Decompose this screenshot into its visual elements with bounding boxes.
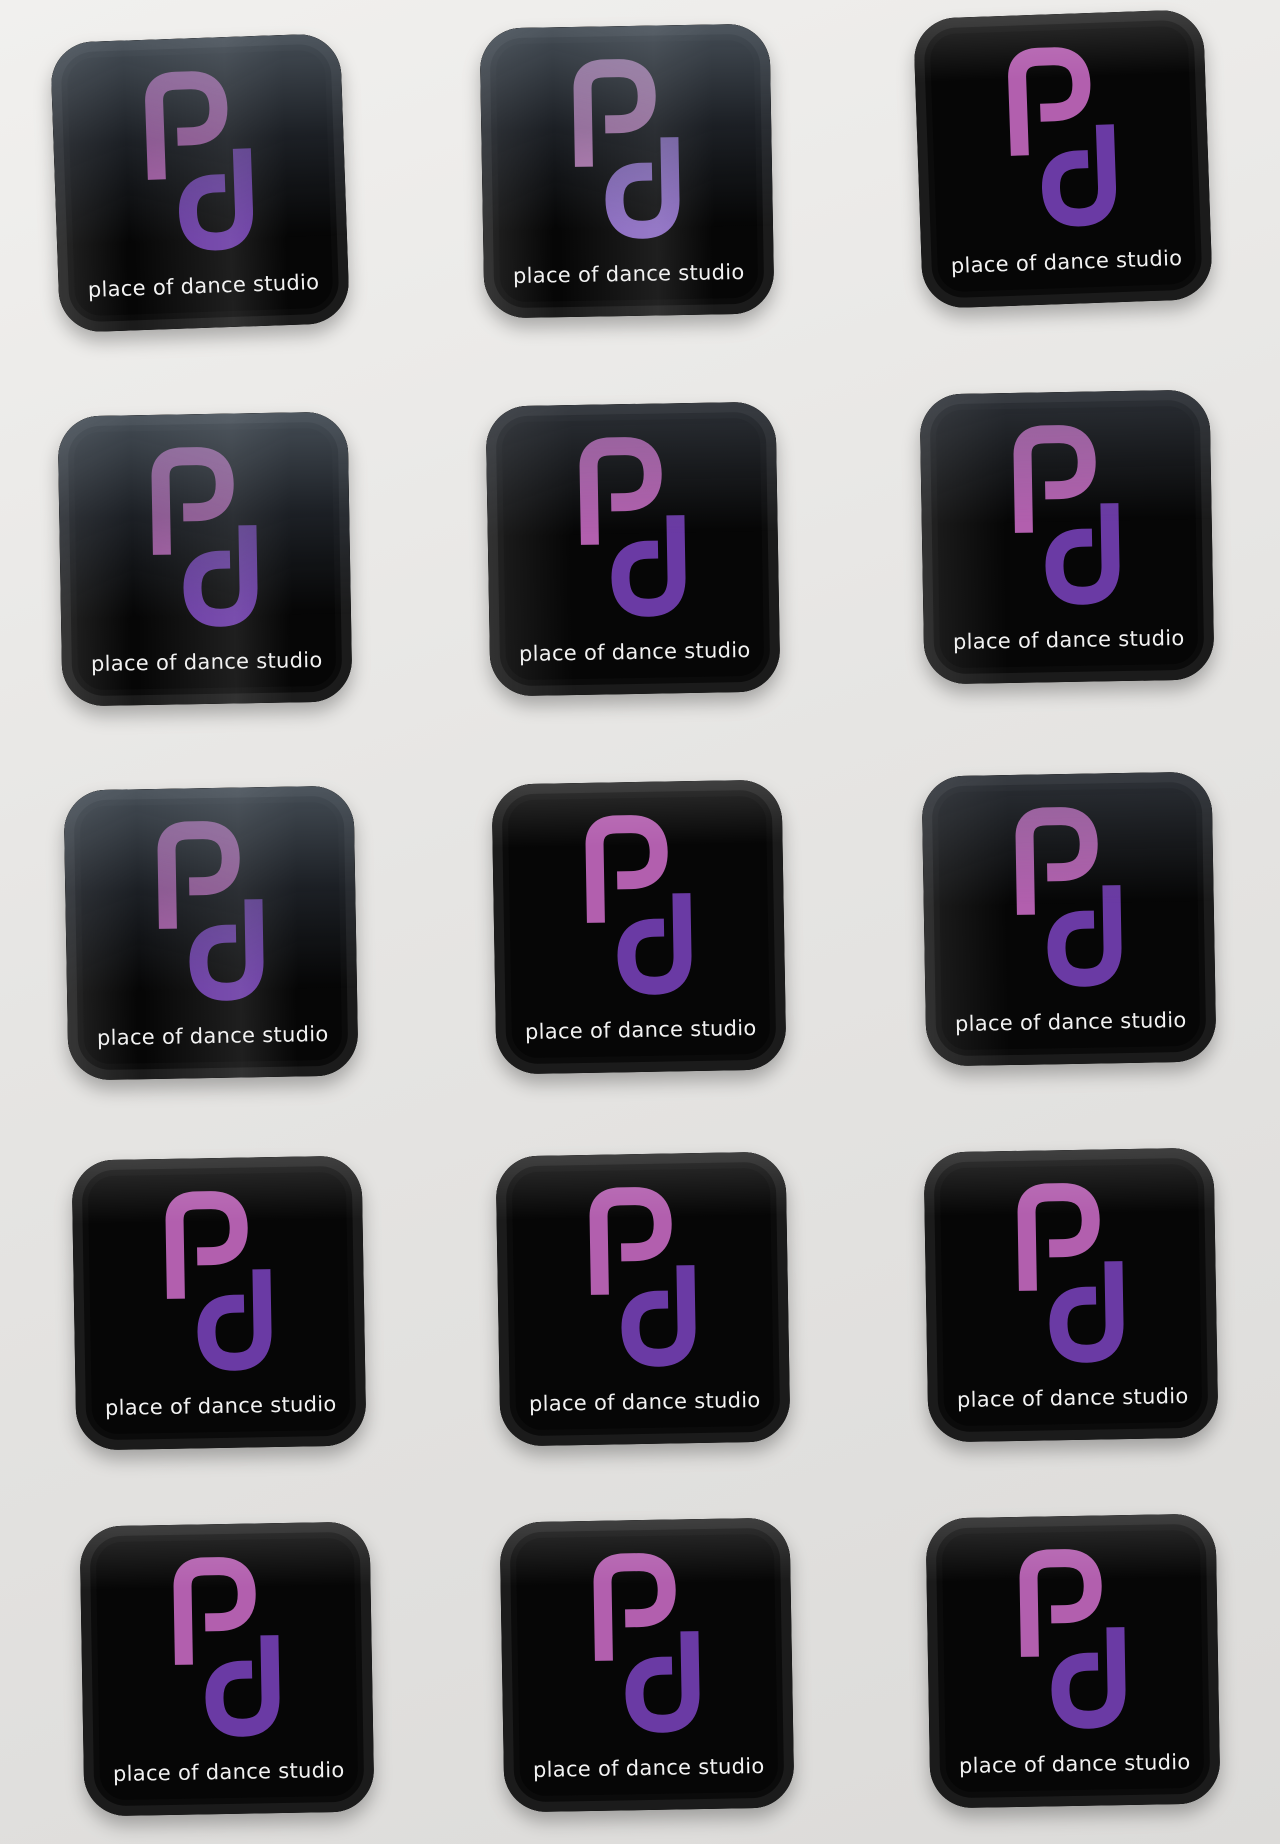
sticker: place of dance studio [63,785,359,1081]
pd-logo-icon [1013,425,1120,605]
sticker-caption: place of dance studio [950,245,1183,278]
sticker-caption: place of dance studio [954,1007,1187,1037]
pd-logo-icon [173,1557,280,1737]
sticker-caption: place of dance studio [90,647,323,677]
sticker: place of dance studio [491,779,787,1075]
pd-logo-icon [165,1191,272,1371]
sticker: place of dance studio [921,771,1217,1067]
pd-logo-icon [593,1553,700,1733]
sticker: place of dance studio [499,1517,795,1813]
sticker-caption: place of dance studio [532,1753,765,1783]
sticker-caption: place of dance studio [104,1391,337,1421]
sticker-caption: place of dance studio [952,625,1185,655]
sticker: place of dance studio [479,23,775,319]
sticker: place of dance studio [923,1147,1219,1443]
pd-logo-icon [573,59,680,239]
pd-logo-icon [1008,47,1116,227]
sticker: place of dance studio [913,9,1213,309]
sticker-caption: place of dance studio [528,1387,761,1417]
sticker-caption: place of dance studio [956,1383,1189,1413]
sticker-caption: place of dance studio [518,637,751,667]
sticker-caption: place of dance studio [524,1015,757,1045]
pd-logo-icon [585,815,692,995]
pd-logo-icon [157,821,264,1001]
sticker: place of dance studio [50,33,350,333]
sticker-sheet: place of dance studio place of dance stu… [0,0,1280,1844]
sticker-caption: place of dance studio [958,1749,1191,1779]
pd-logo-icon [145,71,253,251]
sticker: place of dance studio [71,1155,367,1451]
pd-logo-icon [1019,1549,1126,1729]
pd-logo-icon [579,437,686,617]
sticker-caption: place of dance studio [112,1757,345,1787]
pd-logo-icon [589,1187,696,1367]
sticker: place of dance studio [57,411,353,707]
sticker: place of dance studio [925,1513,1221,1809]
sticker: place of dance studio [485,401,781,697]
sticker: place of dance studio [79,1521,375,1817]
sticker: place of dance studio [495,1151,791,1447]
sticker: place of dance studio [919,389,1215,685]
sticker-caption: place of dance studio [512,259,745,289]
sticker-caption: place of dance studio [87,269,320,302]
pd-logo-icon [1015,807,1122,987]
pd-logo-icon [1017,1183,1124,1363]
sticker-caption: place of dance studio [96,1021,329,1051]
pd-logo-icon [151,447,258,627]
